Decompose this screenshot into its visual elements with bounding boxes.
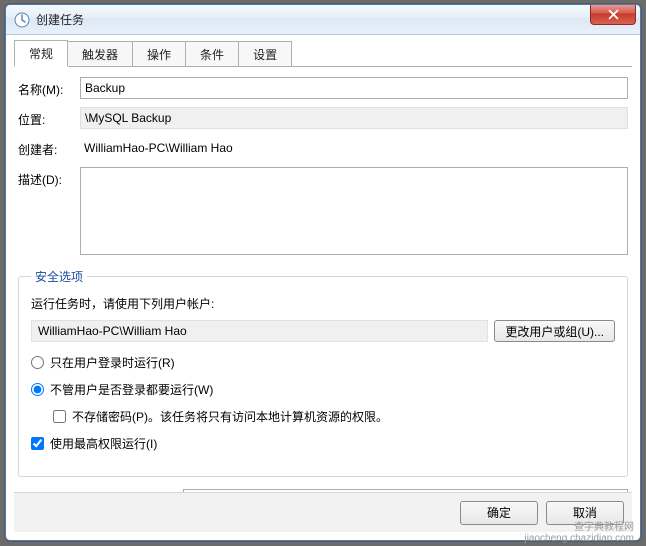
- checkbox-highest-privileges-input[interactable]: [31, 437, 44, 450]
- checkbox-highest-privileges[interactable]: 使用最高权限运行(I): [31, 435, 615, 452]
- watermark-line2: jiaocheng.chazidian.com: [524, 533, 634, 544]
- watermark: 查字典教程网 jiaocheng.chazidian.com: [524, 522, 634, 544]
- radio-whether-logged-on[interactable]: 不管用户是否登录都要运行(W): [31, 381, 615, 398]
- checkbox-highest-privileges-label: 使用最高权限运行(I): [50, 435, 157, 452]
- cancel-button[interactable]: 取消: [546, 501, 624, 525]
- tab-actions[interactable]: 操作: [132, 41, 186, 66]
- name-label: 名称(M):: [18, 77, 80, 98]
- general-panel: 名称(M): 位置: \MySQL Backup 创建者: WilliamHao…: [14, 67, 632, 511]
- tab-triggers[interactable]: 触发器: [67, 41, 133, 66]
- account-display: WilliamHao-PC\William Hao: [31, 320, 488, 342]
- radio-whether-logged-on-label: 不管用户是否登录都要运行(W): [50, 381, 213, 398]
- close-button[interactable]: [590, 5, 636, 25]
- checkbox-no-store-password[interactable]: 不存储密码(P)。该任务将只有访问本地计算机资源的权限。: [53, 408, 615, 425]
- location-value: \MySQL Backup: [80, 107, 628, 129]
- close-icon: [608, 9, 619, 20]
- checkbox-no-store-password-input[interactable]: [53, 410, 66, 423]
- description-input[interactable]: [80, 167, 628, 255]
- radio-only-logged-on-input[interactable]: [31, 356, 44, 369]
- tab-strip: 常规 触发器 操作 条件 设置: [14, 43, 632, 67]
- ok-button[interactable]: 确定: [460, 501, 538, 525]
- tab-general[interactable]: 常规: [14, 40, 68, 67]
- tab-conditions[interactable]: 条件: [185, 41, 239, 66]
- client-area: 常规 触发器 操作 条件 设置 名称(M): 位置: \MySQL Backup…: [14, 43, 632, 532]
- create-task-dialog: 创建任务 常规 触发器 操作 条件 设置 名称(M): 位置: \MySQL B…: [5, 4, 641, 541]
- author-label: 创建者:: [18, 137, 80, 158]
- tab-settings[interactable]: 设置: [238, 41, 292, 66]
- security-legend: 安全选项: [31, 268, 87, 285]
- window-title: 创建任务: [36, 11, 84, 28]
- change-user-button[interactable]: 更改用户或组(U)...: [494, 320, 615, 342]
- app-icon: [14, 12, 30, 28]
- checkbox-no-store-password-label: 不存储密码(P)。该任务将只有访问本地计算机资源的权限。: [72, 408, 388, 425]
- author-value: WilliamHao-PC\William Hao: [80, 137, 628, 159]
- titlebar[interactable]: 创建任务: [6, 5, 640, 35]
- description-label: 描述(D):: [18, 167, 80, 188]
- location-label: 位置:: [18, 107, 80, 128]
- watermark-line1: 查字典教程网: [524, 522, 634, 533]
- radio-only-logged-on-label: 只在用户登录时运行(R): [50, 354, 175, 371]
- name-input[interactable]: [80, 77, 628, 99]
- radio-whether-logged-on-input[interactable]: [31, 383, 44, 396]
- security-options-group: 安全选项 运行任务时，请使用下列用户帐户: WilliamHao-PC\Will…: [18, 268, 628, 477]
- run-as-text: 运行任务时，请使用下列用户帐户:: [31, 295, 615, 312]
- radio-only-logged-on[interactable]: 只在用户登录时运行(R): [31, 354, 615, 371]
